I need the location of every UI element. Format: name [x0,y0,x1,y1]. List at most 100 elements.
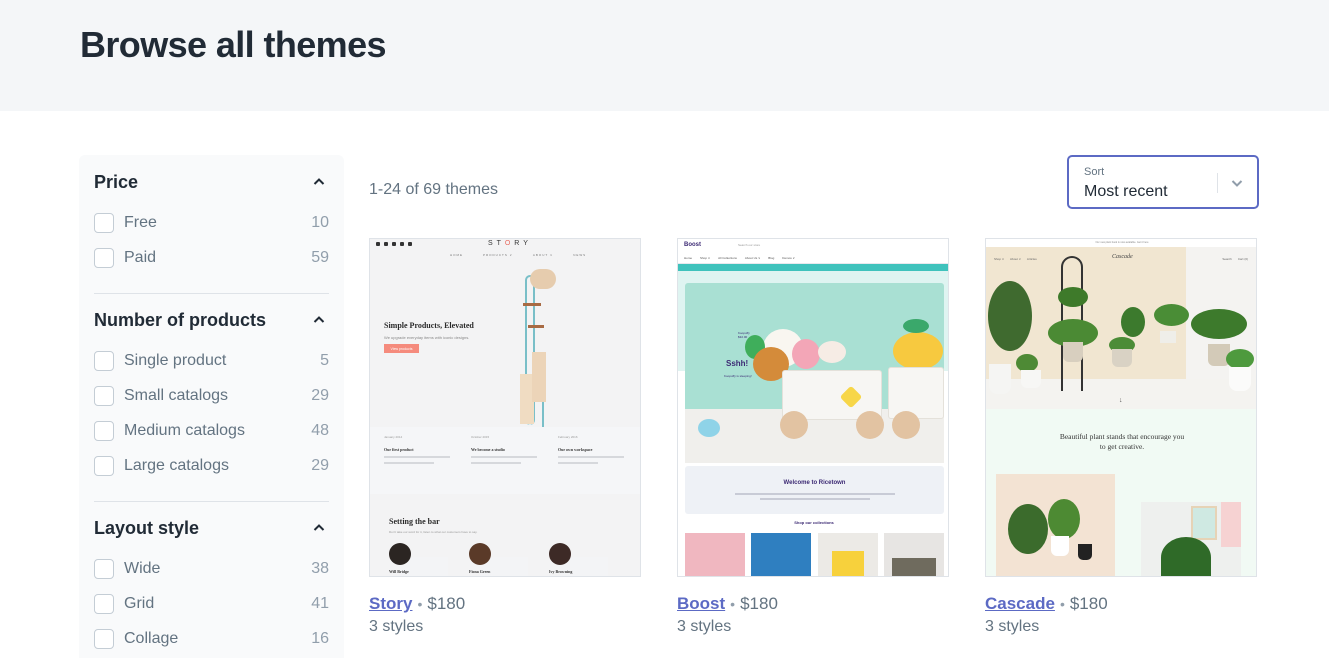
preview-timeline-item: October 2015 We become a studio [471,435,541,464]
filter-option-medium-catalogs[interactable]: Medium catalogs 48 [94,420,329,442]
checkbox[interactable] [94,386,114,406]
filter-option-single-product[interactable]: Single product 5 [94,350,329,372]
plant [1058,287,1088,307]
separator-dot: • [730,596,736,612]
avatar [549,543,571,565]
plant [988,281,1032,351]
preview-announcement-bar [678,264,948,271]
theme-caption: Boost • $180 [677,594,950,614]
preview-nav-item: Articles [1026,257,1037,261]
checkbox[interactable] [94,248,114,268]
theme-name-link[interactable]: Story [369,594,412,613]
preview-image [1141,502,1241,576]
checkbox[interactable] [94,629,114,649]
theme-caption: Story • $180 [369,594,642,614]
avatar-name: Ivy Browning [549,569,573,574]
filter-option-grid[interactable]: Grid 41 [94,593,329,615]
filter-group-title: Layout style [94,517,200,538]
filter-group-layout-toggle[interactable]: Layout style [94,515,329,541]
filter-option-label: Paid [124,249,157,266]
preview-menu: Home Shop ∨ All Collections About Us ∨ B… [684,256,795,260]
preview-nav-left: Shop ∨ About ∨ Articles [994,257,1037,261]
text-line [471,456,537,458]
theme-name-link[interactable]: Boost [677,594,725,613]
filter-group-layout-style: Layout style Wide 38 Grid 41 Collage 16 [94,515,329,649]
preview-headline: Beautiful plant stands that encourage yo… [986,432,1256,452]
filter-option-label: Small catalogs [124,387,229,404]
theme-styles-count: 3 styles [677,618,732,635]
filter-option-wide[interactable]: Wide 38 [94,558,329,580]
filter-group-price-toggle[interactable]: Price [94,169,329,195]
pot [989,364,1011,394]
preview-product-price: $32.00 [738,335,748,339]
checkbox[interactable] [94,559,114,579]
avatar [469,543,491,565]
preview-nav-item: Search [1222,257,1232,261]
preview-section-sub: Don't take our word for it, listen to wh… [389,530,478,534]
checkbox[interactable] [94,594,114,614]
preview-nav-item: Cart (0) [1237,257,1248,261]
filter-group-title: Number of products [94,309,267,330]
text-line [558,462,598,464]
theme-preview-boost[interactable]: Boost Search our store Home Shop ∨ All C… [677,238,949,577]
theme-name-link[interactable]: Cascade [985,594,1055,613]
page-title: Browse all themes [80,24,387,65]
filter-option-free[interactable]: Free 10 [94,212,329,234]
preview-nav-item: ABOUT ∨ [532,253,554,257]
preview-menu-item: Demos ∨ [782,256,795,260]
timeline-date: February 2016 [558,435,578,439]
checkbox[interactable] [94,351,114,371]
preview-menu-item: Shop ∨ [700,256,711,260]
filter-option-paid[interactable]: Paid 59 [94,247,329,269]
filter-option-collage[interactable]: Collage 16 [94,628,329,650]
social-icons [376,242,412,246]
sort-select[interactable]: Sort Most recent [1067,155,1259,209]
preview-section-title: Setting the bar [389,517,440,526]
text-line [384,456,450,458]
filter-option-small-catalogs[interactable]: Small catalogs 29 [94,385,329,407]
filter-option-label: Medium catalogs [124,422,245,439]
preview-welcome-box: Welcome to Ricetown [685,466,944,514]
chevron-up-icon[interactable] [313,522,325,534]
preview-logo: Cascade [1112,254,1133,260]
plant [1226,349,1254,369]
checkbox[interactable] [94,213,114,233]
checkbox[interactable] [94,421,114,441]
filter-option-count: 38 [311,560,329,577]
theme-preview-story[interactable]: STORY HOME PRODUCTS ∨ ABOUT ∨ NEWS Simpl… [369,238,641,577]
preview-strap [523,303,541,306]
theme-card-boost: Boost Search our store Home Shop ∨ All C… [677,238,950,636]
text-line [471,462,521,464]
sort-value: Most recent [1084,183,1168,200]
preview-cta: View products [384,344,419,353]
scroll-down-arrow-icon: ↓ [1119,397,1123,404]
theme-styles-count: 3 styles [985,618,1040,635]
chevron-up-icon[interactable] [313,176,325,188]
text-line [384,462,434,464]
filter-option-count: 16 [311,630,329,647]
filter-option-count: 59 [311,249,329,266]
preview-subhead: We upgrade everyday items with iconic de… [384,335,470,340]
preview-menu-item: About Us ∨ [744,256,761,260]
plant [1191,309,1247,339]
plant [1121,307,1145,337]
checkbox[interactable] [94,456,114,476]
filter-group-title: Price [94,171,139,192]
chevron-down-icon[interactable] [1230,176,1244,190]
timeline-date: October 2015 [471,435,490,439]
chevron-up-icon[interactable] [313,314,325,326]
filter-option-count: 5 [320,352,329,369]
preview-nav-item: NEWS [573,253,587,257]
filter-option-large-catalogs[interactable]: Large catalogs 29 [94,455,329,477]
preview-nav-item: About ∨ [1010,257,1021,261]
collection-tile [884,533,944,576]
preview-nav: HOME PRODUCTS ∨ ABOUT ∨ NEWS [450,253,586,257]
theme-preview-cascade[interactable]: Our new plant book is now available. Get… [985,238,1257,577]
results-count: 1-24 of 69 themes [369,181,498,198]
filter-group-products-toggle[interactable]: Number of products [94,307,329,333]
filter-option-label: Free [124,214,157,231]
timeline-title: We become a studio [471,447,505,452]
toy [698,419,720,437]
filter-option-label: Collage [124,630,179,647]
preview-nav-item: Shop ∨ [994,257,1005,261]
